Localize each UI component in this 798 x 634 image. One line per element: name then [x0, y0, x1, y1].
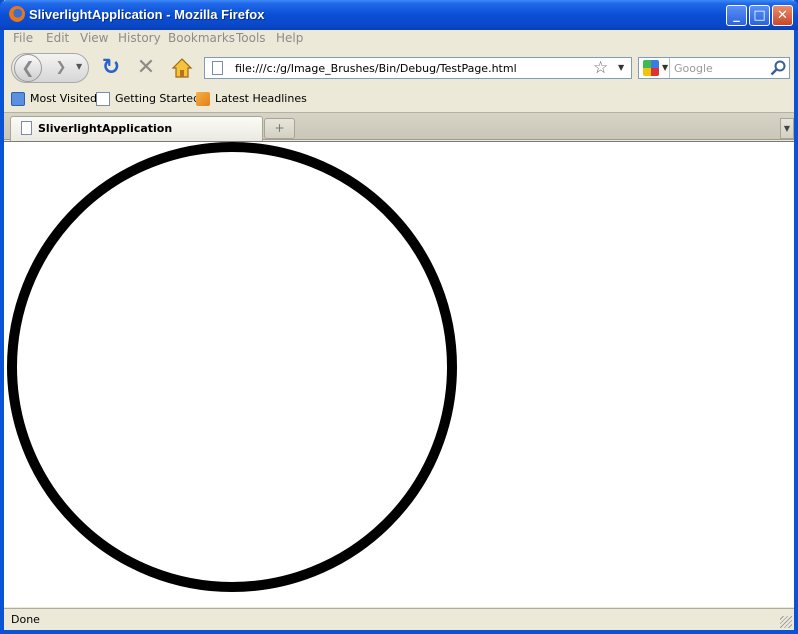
star-icon[interactable]: ☆ — [593, 58, 608, 78]
content-canvas — [7, 142, 457, 592]
tab-list-icon: ▼ — [783, 124, 791, 133]
home-button[interactable] — [171, 57, 193, 79]
bookmark-most-visited[interactable]: Most Visited — [11, 92, 97, 108]
tab-sliverlight-application[interactable]: SliverlightApplication — [10, 116, 263, 141]
menu-edit[interactable]: Edit — [46, 31, 69, 45]
menu-file[interactable]: File — [13, 31, 33, 45]
page-icon — [96, 92, 110, 106]
tab-label: SliverlightApplication — [38, 122, 173, 135]
status-text: Done — [11, 613, 40, 626]
rss-icon — [196, 92, 210, 106]
page-icon — [21, 121, 32, 135]
home-icon — [171, 58, 193, 78]
stop-icon: ✕ — [136, 55, 156, 80]
search-bar[interactable]: ▼ Google — [638, 57, 790, 79]
stop-button[interactable]: ✕ — [135, 57, 157, 79]
menu-view[interactable]: View — [80, 31, 108, 45]
history-dropdown-icon[interactable]: ▼ — [76, 62, 82, 71]
search-separator — [669, 58, 670, 78]
url-dropdown-icon[interactable]: ▼ — [618, 63, 624, 72]
new-tab-button[interactable]: + — [264, 118, 295, 139]
window-title: SliverlightApplication - Mozilla Firefox — [29, 7, 265, 22]
forward-button[interactable]: ❯ — [50, 59, 72, 77]
browser-window: SliverlightApplication - Mozilla Firefox… — [0, 0, 798, 634]
bookmarks-toolbar: Most Visited Getting Started Latest Head… — [4, 89, 794, 111]
reload-button[interactable]: ↻ — [100, 57, 122, 79]
title-bar[interactable]: SliverlightApplication - Mozilla Firefox… — [0, 0, 798, 30]
close-button[interactable]: ✕ — [772, 5, 793, 26]
forward-arrow-icon: ❯ — [55, 60, 67, 75]
firefox-icon — [9, 6, 25, 22]
tab-list-button[interactable]: ▼ — [780, 118, 794, 139]
black-circle — [7, 142, 457, 592]
bookmark-latest-headlines[interactable]: Latest Headlines — [196, 92, 307, 108]
status-bar: Done — [4, 608, 794, 630]
maximize-button[interactable]: □ — [749, 5, 770, 26]
menu-bar: File Edit View History Bookmarks Tools H… — [4, 30, 794, 48]
bookmark-getting-started[interactable]: Getting Started — [96, 92, 200, 108]
back-button[interactable]: ❮ — [14, 54, 42, 82]
search-input[interactable]: Google — [674, 62, 713, 75]
menu-bookmarks[interactable]: Bookmarks — [168, 31, 235, 45]
tab-strip: SliverlightApplication + ▼ — [4, 112, 794, 141]
url-bar[interactable]: file:///c:/g/Image_Brushes/Bin/Debug/Tes… — [204, 57, 632, 79]
back-arrow-icon: ❮ — [21, 58, 35, 77]
navigation-toolbar: ❮ ❯ ▼ ↻ ✕ file:///c:/g/Image_Brushes/Bin… — [4, 49, 794, 87]
search-engine-dropdown-icon[interactable]: ▼ — [662, 63, 668, 72]
menu-tools[interactable]: Tools — [236, 31, 266, 45]
menu-help[interactable]: Help — [276, 31, 303, 45]
new-tab-icon: + — [274, 121, 285, 135]
page-icon — [212, 61, 223, 75]
menu-history[interactable]: History — [118, 31, 161, 45]
resize-grip-icon[interactable] — [780, 616, 792, 628]
page-content — [4, 141, 794, 607]
minimize-button[interactable]: _ — [726, 5, 747, 26]
search-go-button[interactable] — [770, 60, 786, 76]
url-input[interactable]: file:///c:/g/Image_Brushes/Bin/Debug/Tes… — [235, 62, 517, 75]
search-go-icon — [770, 60, 786, 76]
google-icon[interactable] — [643, 60, 659, 76]
most-visited-icon — [11, 92, 25, 106]
reload-icon: ↻ — [101, 55, 121, 80]
